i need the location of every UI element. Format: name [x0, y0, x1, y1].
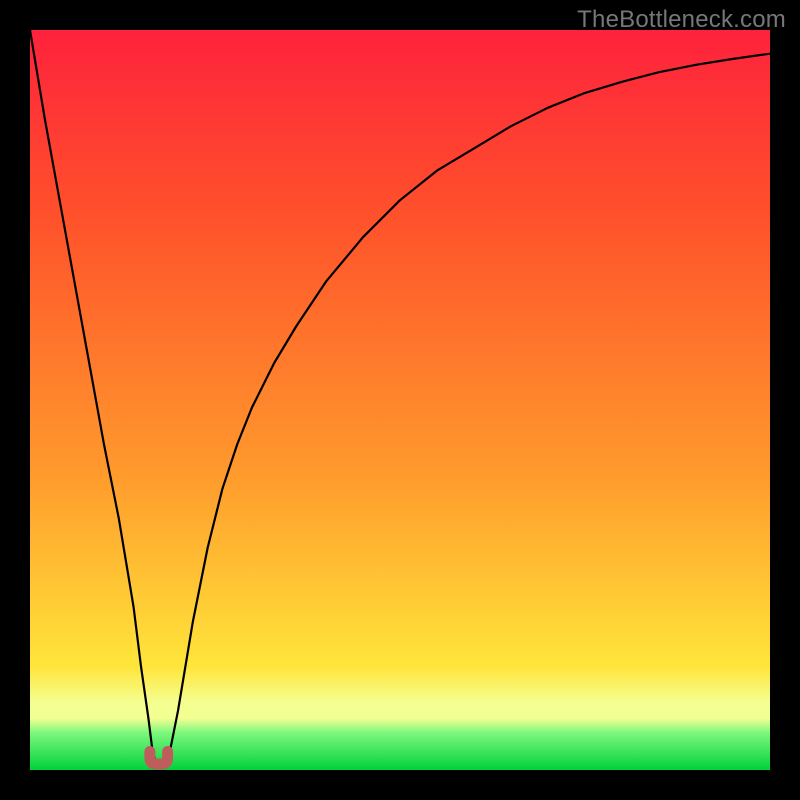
chart-canvas — [30, 30, 770, 770]
outer-frame: TheBottleneck.com — [0, 0, 800, 800]
plot-area — [30, 30, 770, 770]
watermark-text: TheBottleneck.com — [577, 6, 786, 34]
